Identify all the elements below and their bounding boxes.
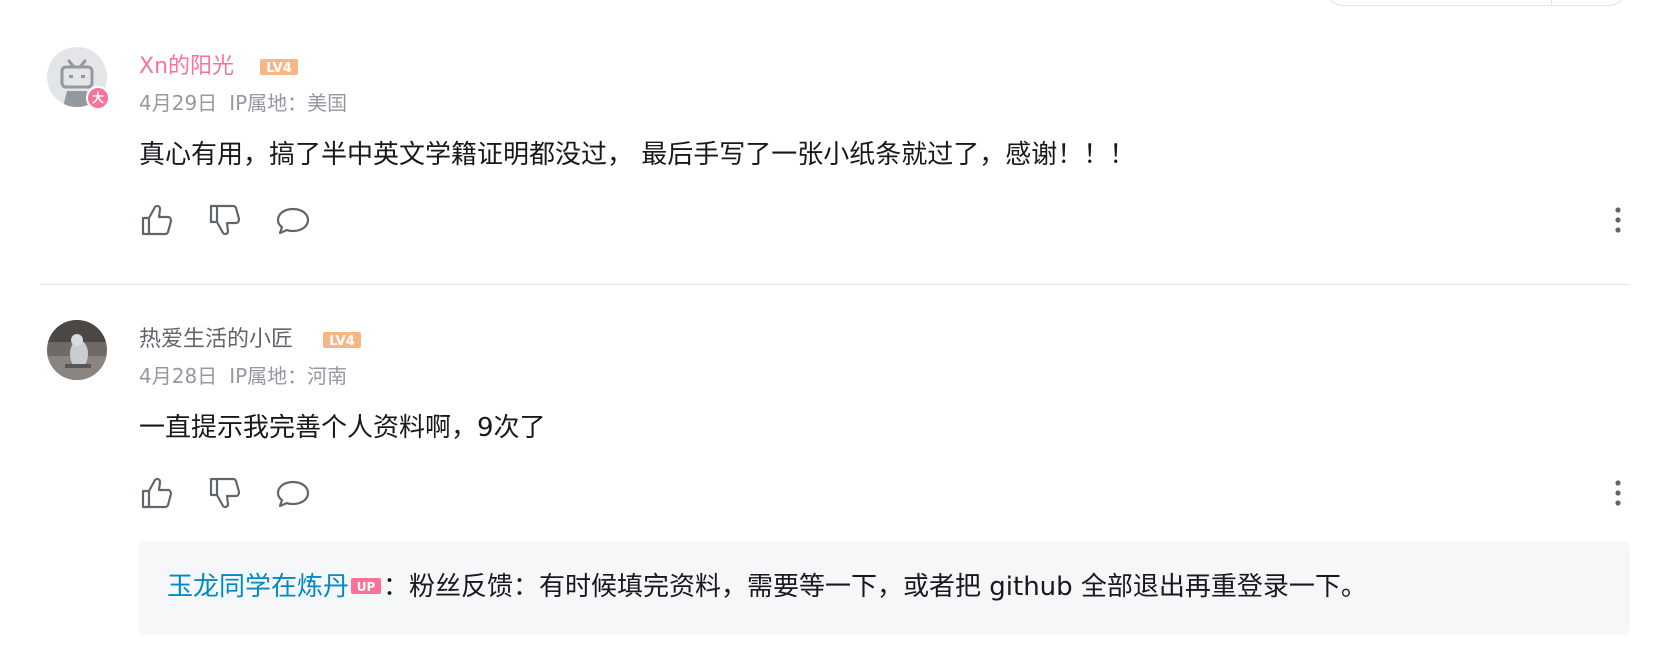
top-sort-toggle[interactable] <box>1325 0 1627 6</box>
sort-toggle-divider <box>1551 0 1552 5</box>
dislike-icon[interactable] <box>207 475 243 511</box>
reply-icon[interactable] <box>275 475 311 511</box>
sub-reply-username[interactable]: 玉龙同学在炼丹 <box>167 572 349 602</box>
avatar[interactable]: 大 <box>47 47 110 110</box>
ip-location: IP属地：河南 <box>229 364 348 388</box>
sub-reply-box: 玉龙同学在炼丹 UP ：粉丝反馈：有时候填完资料，需要等一下，或者把 githu… <box>139 541 1630 635</box>
more-icon[interactable] <box>1608 202 1628 238</box>
like-icon[interactable] <box>139 475 175 511</box>
comment-meta: 4月29日 IP属地：美国 <box>139 88 347 118</box>
comment-date: 4月29日 <box>139 91 218 115</box>
reply-icon[interactable] <box>275 202 311 238</box>
level-badge-icon: LV4 <box>260 59 298 76</box>
username[interactable]: 热爱生活的小匠 <box>139 325 293 355</box>
comment-content: 真心有用，搞了半中英文学籍证明都没过， 最后手写了一张小纸条就过了，感谢！！！ <box>139 140 1136 170</box>
comment-meta: 4月28日 IP属地：河南 <box>139 361 347 391</box>
more-icon[interactable] <box>1608 475 1628 511</box>
user-photo-avatar <box>47 320 107 380</box>
ip-location: IP属地：美国 <box>229 91 348 115</box>
level-text: LV4 <box>329 334 355 349</box>
vip-badge: 大 <box>86 86 110 110</box>
level-text: LV4 <box>266 61 292 76</box>
username[interactable]: Xn的阳光 <box>139 52 234 82</box>
up-tag-icon: UP <box>351 577 382 594</box>
sub-reply: 玉龙同学在炼丹 UP ：粉丝反馈：有时候填完资料，需要等一下，或者把 githu… <box>167 567 1367 607</box>
comment-date: 4月28日 <box>139 364 218 388</box>
sub-reply-text: ：粉丝反馈：有时候填完资料，需要等一下，或者把 github 全部退出再重登录一… <box>383 572 1367 602</box>
up-tag-text: UP <box>357 580 376 594</box>
avatar[interactable] <box>47 320 107 380</box>
comment-divider <box>40 284 1630 285</box>
dislike-icon[interactable] <box>207 202 243 238</box>
comment-content: 一直提示我完善个人资料啊，9次了 <box>139 413 546 443</box>
like-icon[interactable] <box>139 202 175 238</box>
level-badge-icon: LV4 <box>323 332 361 349</box>
